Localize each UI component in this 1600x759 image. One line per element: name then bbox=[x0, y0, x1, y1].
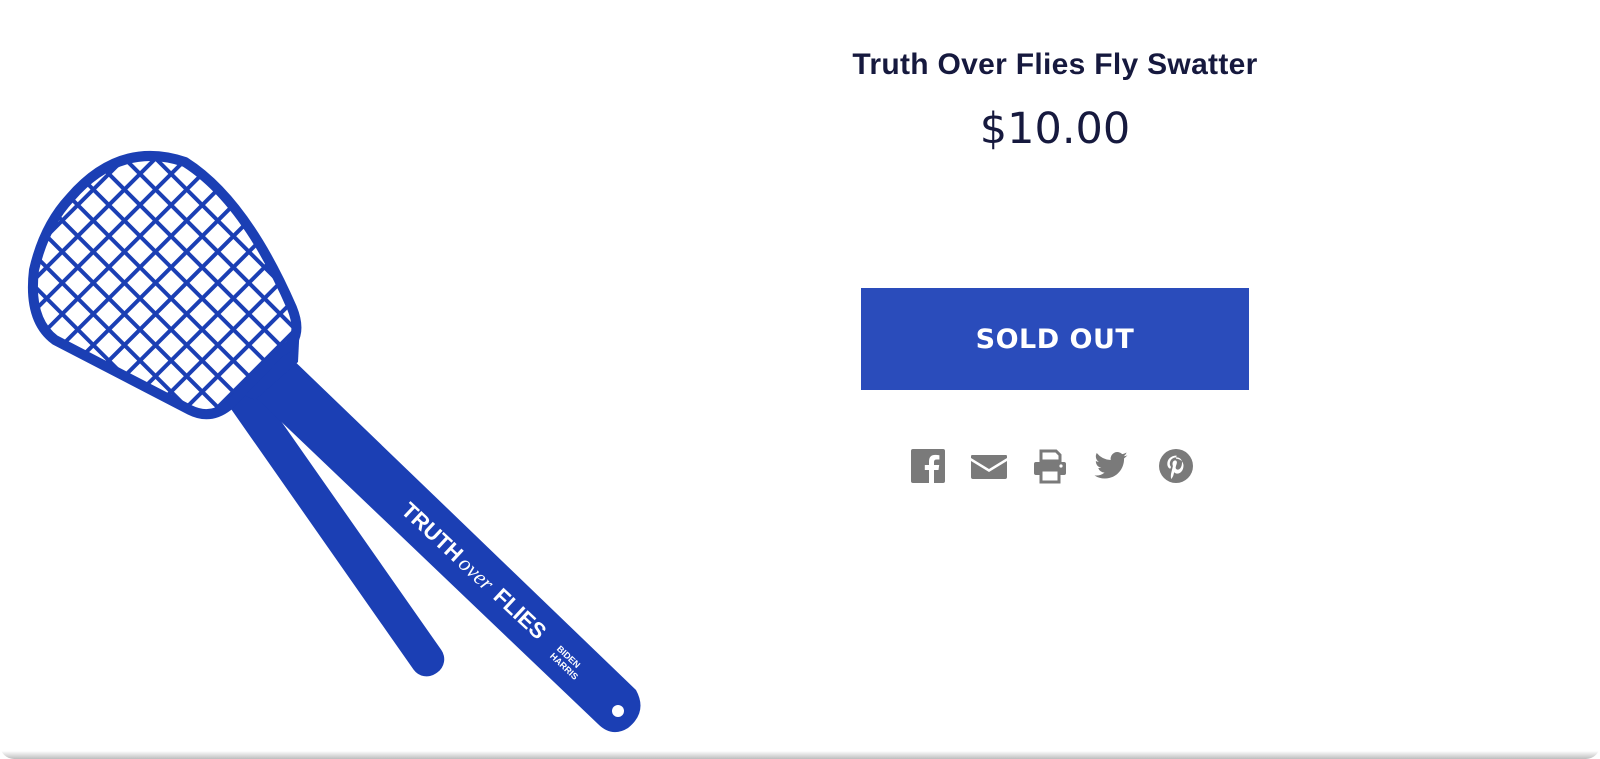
facebook-icon[interactable] bbox=[910, 448, 950, 488]
page-bottom-edge bbox=[0, 751, 1600, 759]
pinterest-icon[interactable] bbox=[1158, 448, 1198, 488]
print-icon[interactable] bbox=[1032, 448, 1072, 488]
sold-out-button[interactable]: SOLD OUT bbox=[861, 288, 1249, 390]
share-icons bbox=[760, 448, 1350, 488]
fly-swatter-image: TRUTH over FLIES BIDEN HARRIS bbox=[27, 151, 641, 733]
product-title: Truth Over Flies Fly Swatter bbox=[852, 48, 1258, 81]
twitter-icon[interactable] bbox=[1092, 448, 1132, 488]
product-page: TRUTH over FLIES BIDEN HARRIS Truth Over… bbox=[0, 0, 1600, 759]
email-icon[interactable] bbox=[970, 448, 1010, 488]
product-image: TRUTH over FLIES BIDEN HARRIS bbox=[0, 0, 700, 759]
product-price: $10.00 bbox=[979, 104, 1131, 154]
